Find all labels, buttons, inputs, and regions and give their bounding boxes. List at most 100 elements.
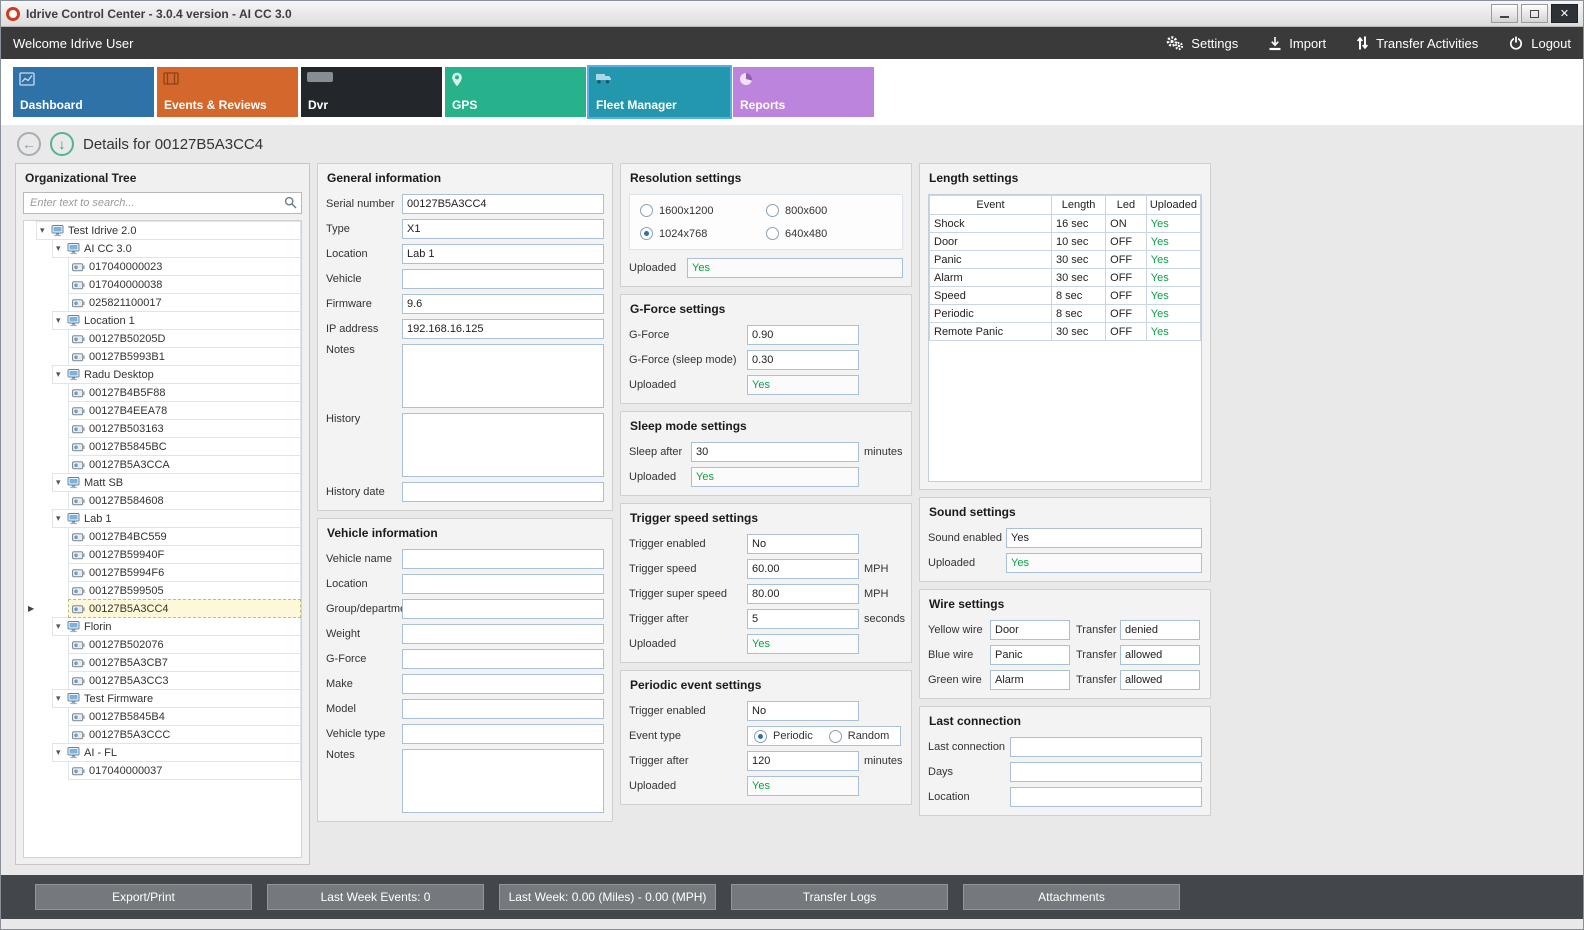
back-button[interactable] [17, 132, 41, 156]
uploaded-value[interactable] [687, 258, 903, 278]
field-input[interactable] [402, 194, 604, 214]
tree-item[interactable]: AI CC 3.0 [52, 239, 301, 258]
expand-arrow-icon[interactable] [56, 315, 67, 326]
tree-item[interactable]: Test Idrive 2.0 [36, 221, 301, 240]
resolution-option-1600x1200[interactable]: 1600x1200 [640, 204, 766, 217]
tree-item[interactable]: 00127B5845B4 [68, 707, 301, 726]
tree-item[interactable]: 00127B502076 [68, 635, 301, 654]
field-input[interactable] [747, 701, 859, 721]
field-input[interactable] [402, 674, 604, 694]
wire-transfer-input[interactable] [1120, 620, 1200, 640]
field-input[interactable] [747, 609, 859, 629]
radio-icon[interactable] [640, 204, 653, 217]
expand-arrow-icon[interactable] [56, 369, 67, 380]
tree-item[interactable]: 00127B584608 [68, 491, 301, 510]
tree-item[interactable]: 017040000037 [68, 761, 301, 780]
maximize-button[interactable] [1521, 4, 1548, 23]
wire-transfer-input[interactable] [1120, 670, 1200, 690]
resolution-option-800x600[interactable]: 800x600 [766, 204, 892, 217]
radio-icon[interactable] [829, 730, 842, 743]
tree-item[interactable]: Location 1 [52, 311, 301, 330]
field-input[interactable] [402, 624, 604, 644]
tree-item[interactable]: 00127B5A3CC3 [68, 671, 301, 690]
field-input[interactable] [402, 599, 604, 619]
import-button[interactable]: Import [1268, 36, 1326, 51]
tree-item[interactable]: 017040000038 [68, 275, 301, 294]
field-textarea[interactable] [402, 413, 604, 477]
radio-icon[interactable] [766, 204, 779, 217]
field-input[interactable] [691, 442, 859, 462]
field-input[interactable] [747, 375, 859, 395]
tab-fleet-manager[interactable]: Fleet Manager [589, 67, 730, 117]
bottom-bar-button[interactable]: Export/Print [35, 884, 252, 910]
field-textarea[interactable] [402, 344, 604, 408]
field-input[interactable] [402, 649, 604, 669]
tab-dashboard[interactable]: Dashboard [13, 67, 154, 117]
tree-item[interactable]: Matt SB [52, 473, 301, 492]
tree-item[interactable]: 00127B5994F6 [68, 563, 301, 582]
field-input[interactable] [402, 574, 604, 594]
field-input[interactable] [402, 269, 604, 289]
bottom-bar-button[interactable]: Attachments [963, 884, 1180, 910]
tree-item[interactable]: 00127B4B5F88 [68, 383, 301, 402]
logout-button[interactable]: Logout [1508, 35, 1571, 51]
expand-all-button[interactable] [50, 132, 74, 156]
tree-search-input[interactable] [23, 192, 302, 214]
radio-icon[interactable] [766, 227, 779, 240]
field-input[interactable] [402, 724, 604, 744]
event-type-random[interactable]: Random [829, 730, 890, 743]
field-input[interactable] [402, 294, 604, 314]
settings-button[interactable]: Settings [1166, 35, 1238, 51]
expand-arrow-icon[interactable] [56, 621, 67, 632]
tree-item[interactable]: 00127B5845BC [68, 437, 301, 456]
field-input[interactable] [747, 584, 859, 604]
field-input[interactable] [402, 482, 604, 502]
field-input[interactable] [1010, 787, 1202, 807]
event-type-periodic[interactable]: Periodic [754, 730, 813, 743]
tree-item[interactable]: Lab 1 [52, 509, 301, 528]
resolution-option-640x480[interactable]: 640x480 [766, 227, 892, 240]
field-input[interactable] [747, 634, 859, 654]
bottom-bar-button[interactable]: Transfer Logs [731, 884, 948, 910]
transfer-activities-button[interactable]: Transfer Activities [1356, 35, 1478, 51]
tree-item[interactable]: Radu Desktop [52, 365, 301, 384]
tree-item[interactable]: 00127B50205D [68, 329, 301, 348]
tree-item[interactable]: 00127B599505 [68, 581, 301, 600]
field-input[interactable] [402, 319, 604, 339]
field-textarea[interactable] [402, 749, 604, 813]
wire-event-input[interactable] [990, 620, 1070, 640]
field-input[interactable] [1006, 528, 1202, 548]
tab-gps[interactable]: GPS [445, 67, 586, 117]
field-input[interactable] [747, 776, 859, 796]
wire-event-input[interactable] [990, 645, 1070, 665]
field-input[interactable] [747, 325, 859, 345]
close-button[interactable]: ✕ [1551, 4, 1578, 23]
field-input[interactable] [402, 699, 604, 719]
tree-item[interactable]: 00127B5A3CC4 [68, 599, 301, 618]
tree-item[interactable]: Florin [52, 617, 301, 636]
tab-events-reviews[interactable]: Events & Reviews [157, 67, 298, 117]
tree-item[interactable]: 00127B4EEA78 [68, 401, 301, 420]
tree-item[interactable]: 00127B503163 [68, 419, 301, 438]
expand-arrow-icon[interactable] [56, 513, 67, 524]
tree-item[interactable]: Test Firmware [52, 689, 301, 708]
field-input[interactable] [747, 559, 859, 579]
expand-arrow-icon[interactable] [40, 225, 51, 236]
tree-item[interactable]: AI - FL [52, 743, 301, 762]
tree-item[interactable]: 00127B4BC559 [68, 527, 301, 546]
resolution-option-1024x768[interactable]: 1024x768 [640, 227, 766, 240]
field-input[interactable] [747, 350, 859, 370]
minimize-button[interactable] [1491, 4, 1518, 23]
bottom-bar-button[interactable]: Last Week Events: 0 [267, 884, 484, 910]
field-input[interactable] [691, 467, 859, 487]
tab-reports[interactable]: Reports [733, 67, 874, 117]
expand-arrow-icon[interactable] [56, 747, 67, 758]
field-input[interactable] [1010, 737, 1202, 757]
field-input[interactable] [1006, 553, 1202, 573]
wire-event-input[interactable] [990, 670, 1070, 690]
tab-dvr[interactable]: Dvr [301, 67, 442, 117]
tree-item[interactable]: 00127B5A3CCC [68, 725, 301, 744]
radio-icon[interactable] [640, 227, 653, 240]
tree-item[interactable]: 00127B5993B1 [68, 347, 301, 366]
expand-arrow-icon[interactable] [56, 243, 67, 254]
